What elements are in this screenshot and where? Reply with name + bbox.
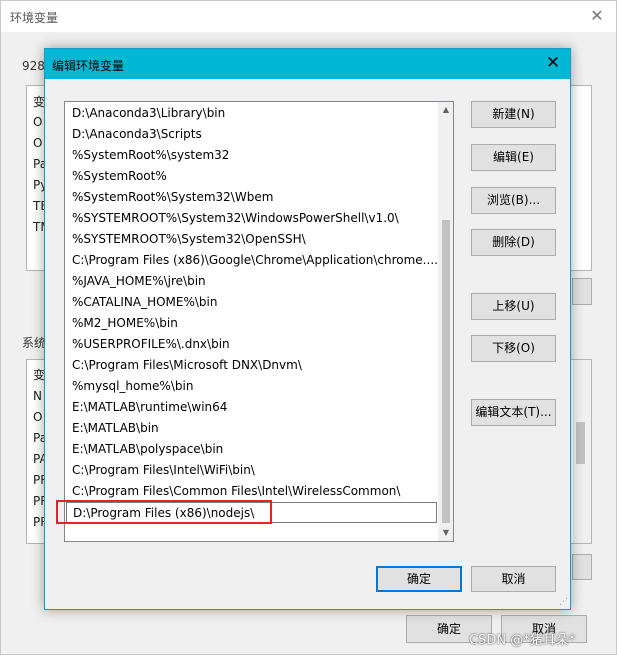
- user-var-row[interactable]: O: [33, 136, 42, 150]
- user-variables-group-label: 928: [22, 59, 45, 73]
- path-row[interactable]: %SystemRoot%\system32: [66, 145, 437, 166]
- path-row[interactable]: %M2_HOME%\bin: [66, 313, 437, 334]
- system-list-scroll-thumb[interactable]: [576, 422, 585, 464]
- scroll-down-icon[interactable]: ▼: [438, 525, 453, 541]
- path-row[interactable]: %SystemRoot%\System32\Wbem: [66, 187, 437, 208]
- path-row[interactable]: C:\Program Files\Microsoft DNX\Dnvm\: [66, 355, 437, 376]
- new-button[interactable]: 新建(N): [471, 101, 556, 128]
- path-row[interactable]: C:\Program Files (x86)\Google\Chrome\App…: [66, 250, 437, 271]
- edit-button[interactable]: 编辑(E): [471, 144, 556, 171]
- path-row[interactable]: D:\Anaconda3\Library\bin: [66, 103, 437, 124]
- path-list-scroll-thumb[interactable]: [442, 220, 450, 523]
- move-down-button[interactable]: 下移(O): [471, 335, 556, 362]
- path-list[interactable]: D:\Anaconda3\Library\bin D:\Anaconda3\Sc…: [64, 101, 454, 542]
- system-list-scrollbar[interactable]: [573, 360, 591, 543]
- system-var-row[interactable]: N: [33, 389, 42, 403]
- path-list-scrollbar[interactable]: ▲ ▼: [438, 102, 453, 541]
- edit-text-button[interactable]: 编辑文本(T)...: [471, 399, 556, 426]
- path-row[interactable]: %mysql_home%\bin: [66, 376, 437, 397]
- path-row[interactable]: C:\Program Files\Intel\WiFi\bin\: [66, 460, 437, 481]
- system-variables-group-label: 系统: [22, 336, 47, 350]
- edit-environment-variable-dialog: 编辑环境变量 ✕ D:\Anaconda3\Library\bin D:\Ana…: [44, 48, 571, 610]
- path-row[interactable]: %SYSTEMROOT%\System32\WindowsPowerShell\…: [66, 208, 437, 229]
- cancel-button[interactable]: 取消: [471, 566, 556, 592]
- user-var-row[interactable]: O: [33, 115, 42, 129]
- close-icon[interactable]: ✕: [542, 52, 564, 74]
- system-var-row[interactable]: O: [33, 410, 42, 424]
- annotation-highlight-box: [56, 500, 272, 524]
- path-row[interactable]: %USERPROFILE%\.dnx\bin: [66, 334, 437, 355]
- dialog-titlebar: 编辑环境变量 ✕: [45, 49, 570, 79]
- bg-user-button-partial[interactable]: [572, 278, 592, 305]
- bg-titlebar: 环境变量 ✕: [1, 1, 616, 32]
- bg-system-button-partial[interactable]: [572, 554, 592, 580]
- scroll-up-icon[interactable]: ▲: [438, 102, 453, 118]
- path-row[interactable]: E:\MATLAB\bin: [66, 418, 437, 439]
- path-row[interactable]: D:\Anaconda3\Scripts: [66, 124, 437, 145]
- ok-button[interactable]: 确定: [376, 566, 462, 592]
- dialog-title: 编辑环境变量: [52, 59, 125, 73]
- bg-close-icon[interactable]: ✕: [586, 6, 608, 26]
- path-row[interactable]: %SYSTEMROOT%\System32\OpenSSH\: [66, 229, 437, 250]
- browse-button[interactable]: 浏览(B)...: [471, 187, 556, 214]
- delete-button[interactable]: 删除(D): [471, 229, 556, 256]
- bg-window-title: 环境变量: [10, 11, 59, 25]
- move-up-button[interactable]: 上移(U): [471, 293, 556, 320]
- path-row[interactable]: %SystemRoot%: [66, 166, 437, 187]
- path-row[interactable]: %JAVA_HOME%\jre\bin: [66, 271, 437, 292]
- path-row[interactable]: E:\MATLAB\runtime\win64: [66, 397, 437, 418]
- path-row[interactable]: C:\Program Files\Common Files\Intel\Wire…: [66, 481, 437, 502]
- path-row[interactable]: %CATALINA_HOME%\bin: [66, 292, 437, 313]
- path-row[interactable]: E:\MATLAB\polyspace\bin: [66, 439, 437, 460]
- watermark-text: CSDN @*猪耳朵*: [469, 633, 576, 648]
- resize-grip-icon[interactable]: ⋰: [559, 597, 568, 607]
